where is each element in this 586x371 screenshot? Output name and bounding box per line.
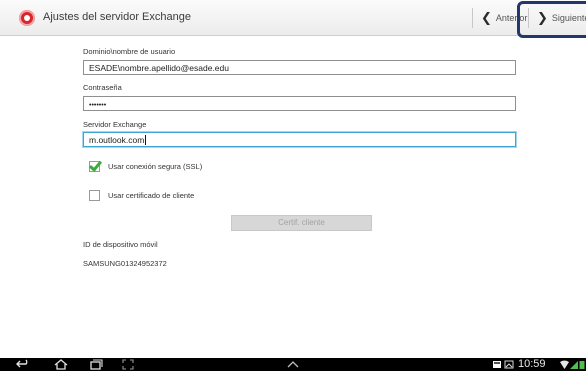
clock: 10:59 [518, 358, 546, 370]
email-app-icon [19, 10, 35, 26]
device-id-value: SAMSUNG01324952372 [83, 259, 167, 268]
text-caret [145, 135, 147, 145]
domain-user-field[interactable]: ESADE\nombre.apellido@esade.edu [83, 60, 516, 75]
chevron-up-icon[interactable] [286, 359, 300, 370]
domain-user-value: ESADE\nombre.apellido@esade.edu [89, 63, 229, 73]
server-field[interactable]: m.outlook.com [83, 132, 516, 147]
password-label: Contraseña [83, 83, 122, 92]
screenshot-icon[interactable] [122, 359, 134, 370]
domain-user-label: Dominio\nombre de usuario [83, 47, 176, 56]
password-value: ••••••• [89, 102, 107, 109]
home-icon[interactable] [54, 359, 68, 370]
server-value: m.outlook.com [89, 135, 145, 145]
notification-icon [493, 361, 501, 368]
page-title: Ajustes del servidor Exchange [43, 11, 191, 23]
client-cert-option[interactable]: Usar certificado de cliente [89, 188, 194, 202]
next-button-highlight [517, 1, 586, 38]
battery-icon [579, 361, 585, 369]
ssl-label: Usar conexión segura (SSL) [108, 161, 203, 171]
ssl-checkbox[interactable] [89, 160, 100, 172]
ssl-option[interactable]: Usar conexión segura (SSL) [89, 159, 202, 173]
client-cert-label: Usar certificado de cliente [108, 190, 195, 200]
password-field[interactable]: ••••••• [83, 96, 516, 111]
screenshot-notification-icon [504, 360, 514, 369]
server-label: Servidor Exchange [83, 120, 147, 129]
recent-apps-icon[interactable] [89, 359, 103, 370]
signal-icon [570, 361, 578, 369]
client-cert-button[interactable]: Certif. cliente [231, 215, 372, 231]
wifi-icon [560, 360, 569, 369]
client-cert-checkbox[interactable] [89, 189, 100, 201]
action-bar: Ajustes del servidor Exchange ❮ Anterior… [0, 0, 586, 36]
device-id-label: ID de dispositivo móvil [83, 240, 158, 249]
chevron-left-icon: ❮ [481, 10, 492, 25]
system-navigation-bar: 10:59 [0, 358, 586, 371]
nav-divider [472, 8, 473, 28]
back-icon[interactable] [16, 359, 30, 370]
